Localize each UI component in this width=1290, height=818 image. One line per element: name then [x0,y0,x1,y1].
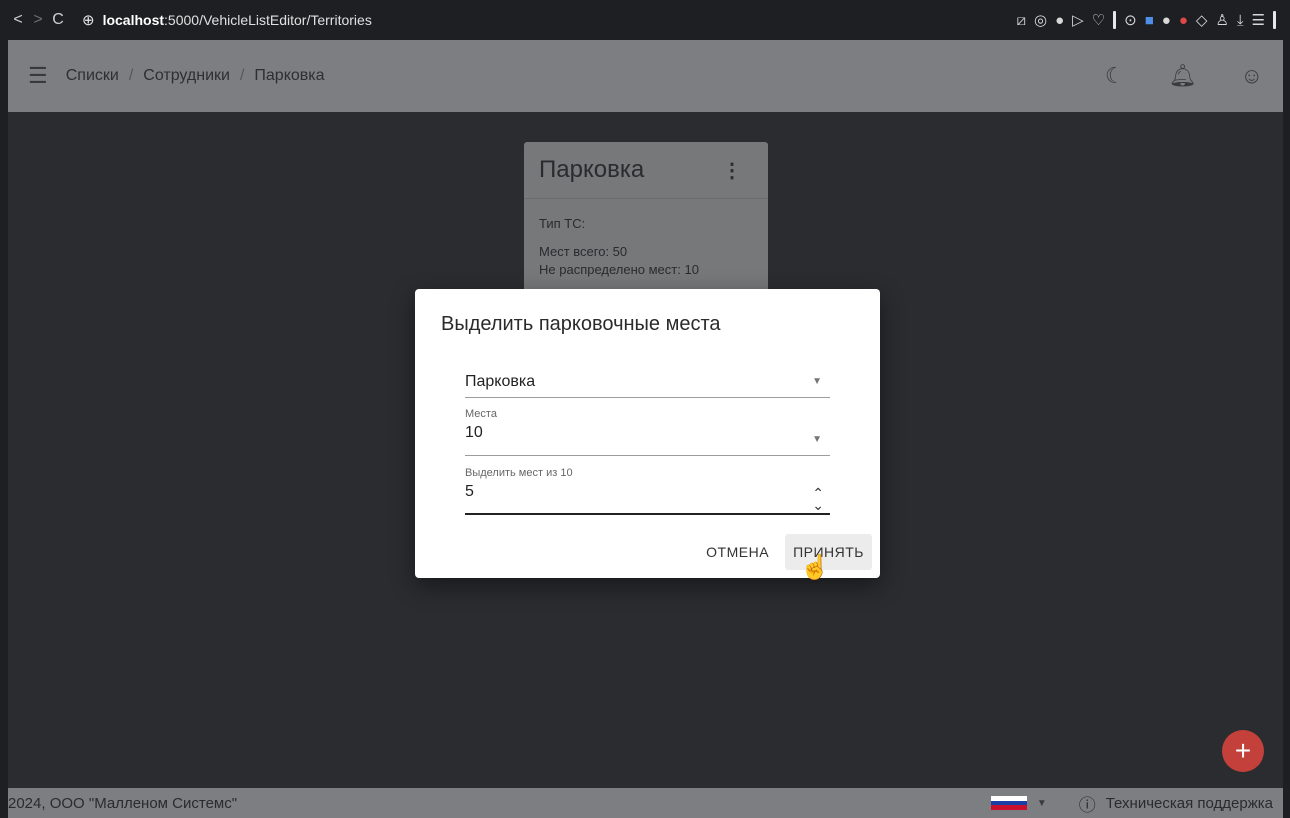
hand-pointer-cursor-icon: ☝ [800,554,830,581]
parking-select[interactable]: Парковка ▼ [465,369,830,398]
toolbar-divider-right [1273,11,1276,29]
parking-select-value: Парковка [465,373,536,390]
play-icon[interactable]: ▷ [1072,11,1084,29]
forward-button[interactable]: > [28,11,48,29]
breadcrumb-item-parking: Парковка [254,67,325,84]
hamburger-menu-icon[interactable]: ☰ [28,63,48,89]
allocate-spots-dialog: Выделить парковочные места Парковка ▼ Ме… [415,289,880,578]
info-icon: ⓘ [1078,795,1096,815]
allocate-spots-label: Выделить мест из 10 [465,467,573,479]
menu-icon[interactable]: ☰ [1252,11,1265,29]
spots-select-value: 10 [465,424,483,441]
total-spots-text: Мест всего: 50 [539,244,628,259]
app-header: ☰ Списки / Сотрудники / Парковка ☾ 🔔︎ ☺ [8,40,1283,112]
translate-icon[interactable]: ■ [1145,12,1154,29]
breadcrumb-item-lists[interactable]: Списки [66,67,119,85]
url-path: :5000/VehicleListEditor/Territories [164,12,372,28]
breadcrumb-item-employees[interactable]: Сотрудники [143,67,230,85]
profile-icon[interactable]: ♙ [1215,11,1228,29]
cancel-button[interactable]: ОТМЕНА [698,534,777,570]
add-fab-button[interactable]: + [1222,730,1264,772]
dropdown-arrow-icon: ▼ [812,376,822,387]
ublock-icon[interactable]: ● [1179,12,1188,29]
unassigned-spots-text: Не распределено мест: 10 [539,262,699,277]
account-icon[interactable]: ☺ [1241,63,1263,89]
card-divider [524,198,768,199]
camera-icon[interactable]: ◎ [1034,11,1047,29]
spots-select[interactable]: Места 10 ▼ [465,408,830,456]
language-dropdown-arrow-icon[interactable]: ▼ [1037,798,1047,809]
plus-icon: + [1234,735,1252,766]
breadcrumb: Списки / Сотрудники / Парковка [66,67,325,85]
heart-icon[interactable]: ♡ [1092,11,1105,29]
chevron-down-icon[interactable]: ⌄ [812,498,824,512]
support-link[interactable]: Техническая поддержка [1106,795,1283,812]
back-button[interactable]: < [8,11,28,29]
allocate-spots-input[interactable]: Выделить мест из 10 5 ⌃ ⌄ [465,467,830,515]
dropdown-arrow-icon: ▼ [812,434,822,445]
shield-check-icon[interactable]: ● [1055,12,1064,29]
globe-icon: ⊕ [82,12,95,29]
more-vert-icon[interactable]: ⋮ [722,158,742,183]
dialog-title: Выделить парковочные места [441,313,721,335]
extension-icons: ⧄ ◎ ● ▷ ♡ ⊙ ■ ● ● ◇ ♙ ⤓ ☰ [1016,11,1282,29]
toolbar-divider [1113,11,1117,29]
spots-select-label: Места [465,408,497,420]
window-border-right [1283,40,1290,818]
dark-mode-moon-icon[interactable]: ☾ [1105,63,1125,89]
download-icon[interactable]: ⤓ [1237,12,1244,29]
parking-card: Парковка ⋮ Тип ТС: Мест всего: 50 Не рас… [524,142,768,302]
copyright-text: 2024, ООО "Малленом Системс" [8,794,238,812]
window-border-left [0,40,8,818]
address-bar[interactable]: ⊕ localhost:5000/VehicleListEditor/Terri… [82,11,372,29]
chart-icon[interactable]: ⧄ [1016,12,1026,29]
breadcrumb-separator: / [239,67,245,84]
reload-button[interactable]: C [48,11,68,29]
footer: 2024, ООО "Малленом Системс" ▼ ⓘ Техниче… [8,788,1283,818]
breadcrumb-separator: / [128,67,134,84]
dialog-actions: ОТМЕНА ПРИНЯТЬ [698,534,872,570]
language-flag-icon[interactable] [990,796,1027,811]
notifications-bell-icon[interactable]: 🔔︎ [1169,63,1197,89]
url-host: localhost [102,12,165,28]
number-stepper[interactable]: ⌃ ⌄ [812,486,824,512]
cube-icon[interactable]: ◇ [1196,11,1208,29]
header-actions: ☾ 🔔︎ ☺ [1105,63,1263,89]
card-title: Парковка [539,156,645,183]
mouse-icon[interactable]: ⊙ [1124,11,1137,29]
vehicle-type-text: Тип ТС: [539,216,586,231]
allocate-spots-value: 5 [465,483,474,500]
globe-extension-icon[interactable]: ● [1162,12,1171,29]
browser-toolbar: < > C ⊕ localhost:5000/VehicleListEditor… [0,0,1290,40]
